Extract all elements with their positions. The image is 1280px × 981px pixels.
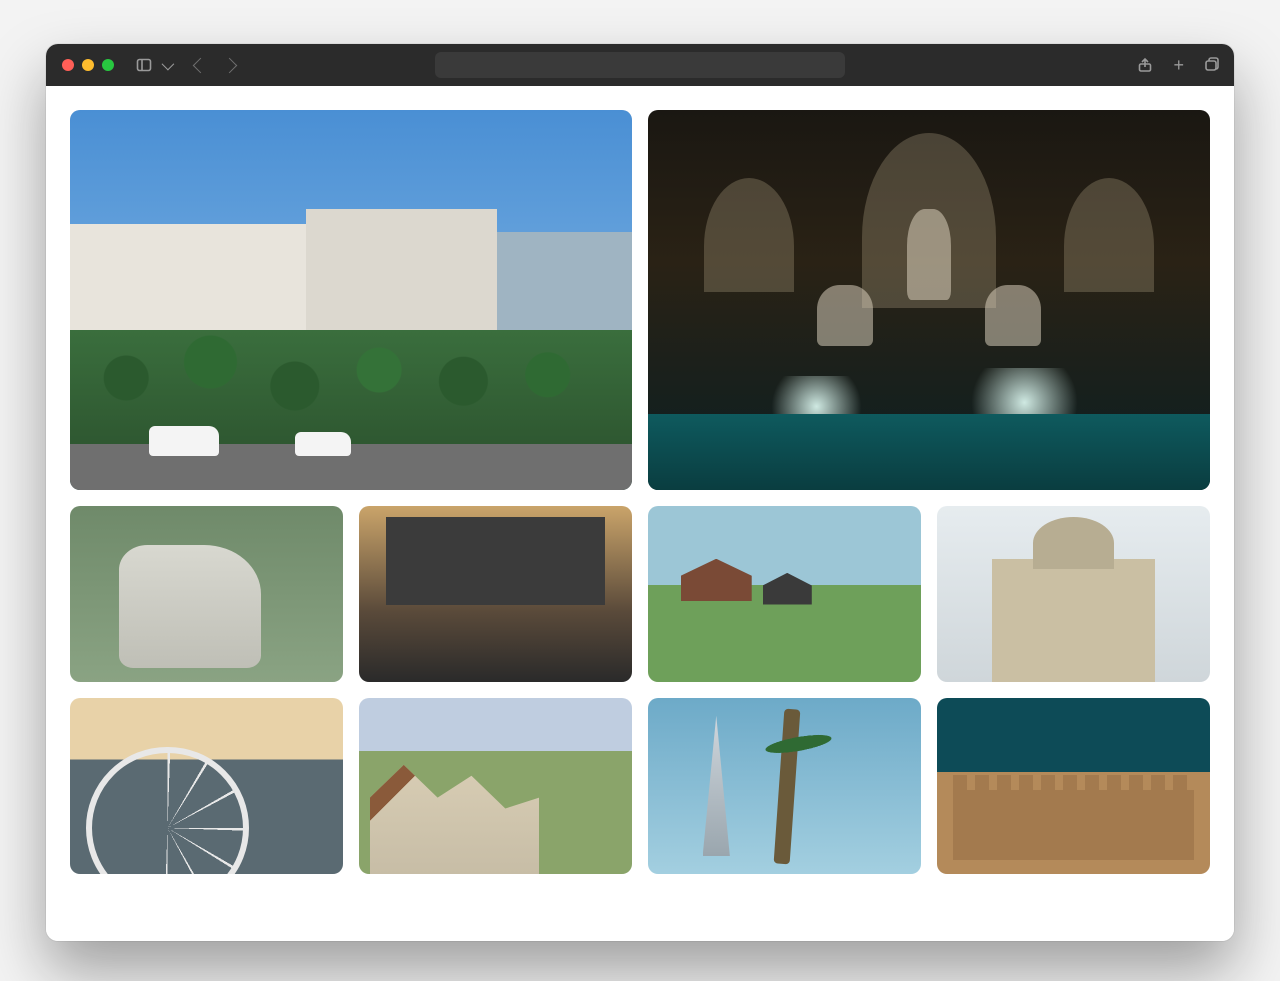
gallery-row	[70, 110, 1210, 490]
back-button[interactable]	[193, 57, 209, 73]
gallery-item[interactable]	[648, 506, 921, 682]
tower-silhouette	[703, 716, 730, 857]
gallery-item[interactable]	[70, 698, 343, 874]
gallery-item[interactable]	[359, 698, 632, 874]
address-bar[interactable]	[435, 52, 845, 78]
share-icon[interactable]	[1137, 57, 1153, 73]
browser-window: +	[46, 44, 1234, 941]
gallery-item[interactable]	[937, 698, 1210, 874]
new-tab-button[interactable]: +	[1173, 56, 1184, 74]
close-window-button[interactable]	[62, 59, 74, 71]
gallery-row	[70, 506, 1210, 682]
gallery-item[interactable]	[70, 110, 632, 490]
window-controls	[62, 59, 114, 71]
chevron-down-icon[interactable]	[162, 57, 175, 70]
gallery-item[interactable]	[648, 698, 921, 874]
gallery-item[interactable]	[937, 506, 1210, 682]
photo-gallery	[46, 86, 1234, 941]
sidebar-icon[interactable]	[136, 57, 152, 73]
minimize-window-button[interactable]	[82, 59, 94, 71]
tab-overview-icon[interactable]	[1204, 57, 1220, 73]
gallery-item[interactable]	[70, 506, 343, 682]
titlebar: +	[46, 44, 1234, 86]
gallery-row	[70, 698, 1210, 874]
photo-street-palms	[70, 110, 632, 490]
gallery-item[interactable]	[648, 110, 1210, 490]
zoom-window-button[interactable]	[102, 59, 114, 71]
forward-button[interactable]	[222, 57, 238, 73]
gallery-item[interactable]	[359, 506, 632, 682]
photo-trevi-fountain	[648, 110, 1210, 490]
